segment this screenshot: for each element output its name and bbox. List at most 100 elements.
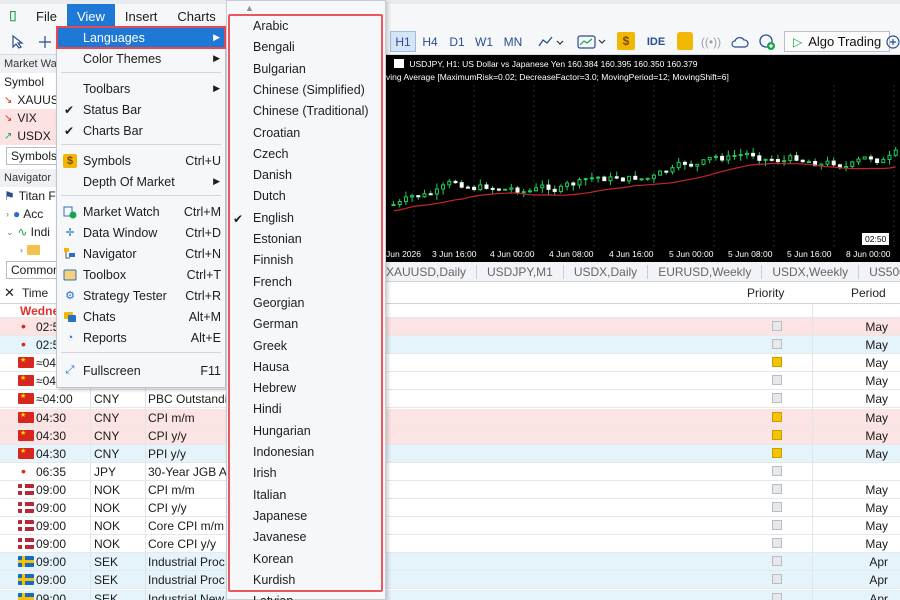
chart-tab[interactable]: US500,Daily: [859, 265, 900, 279]
navigator-accounts[interactable]: › ● Acc: [0, 205, 57, 223]
calendar-row[interactable]: 09:00 NOK Core CPI y/y May: [0, 535, 900, 554]
priority-column-header[interactable]: Priority: [747, 286, 784, 300]
lock-icon[interactable]: [677, 32, 693, 50]
menu-item-chats[interactable]: Chats Alt+M: [57, 306, 225, 327]
language-item[interactable]: Latvian: [253, 594, 378, 600]
dollar-icon[interactable]: $: [617, 32, 635, 50]
language-item[interactable]: Danish: [253, 168, 378, 182]
menu-item-toolbox[interactable]: Toolbox Ctrl+T: [57, 264, 225, 285]
menu-item-charts-bar[interactable]: ✔ Charts Bar: [57, 120, 225, 141]
algo-trading-button[interactable]: ▷ Algo Trading: [784, 31, 891, 52]
language-item[interactable]: Hindi: [253, 402, 378, 416]
language-item[interactable]: Estonian: [253, 232, 378, 246]
menu-charts[interactable]: Charts: [167, 4, 225, 28]
chart-type-icon[interactable]: [536, 31, 566, 52]
menu-item-toolbars[interactable]: Toolbars ▶: [57, 78, 225, 99]
language-item[interactable]: German: [253, 317, 378, 331]
symbol-column-header[interactable]: Symbol: [0, 73, 57, 91]
language-item[interactable]: Hungarian: [253, 424, 378, 438]
signal-icon[interactable]: ((•)): [701, 31, 721, 52]
symbol-row[interactable]: ↘ VIX: [0, 109, 57, 127]
scroll-up-icon[interactable]: ▲: [245, 3, 254, 13]
language-item[interactable]: Dutch: [253, 189, 378, 203]
menu-insert[interactable]: Insert: [115, 4, 168, 28]
price-chart[interactable]: USDJPY, H1: US Dollar vs Japanese Yen 16…: [386, 55, 900, 262]
language-item[interactable]: Finnish: [253, 253, 378, 267]
new-order-icon[interactable]: [886, 31, 900, 52]
language-item[interactable]: Bulgarian: [253, 62, 378, 76]
chart-tab[interactable]: USDX,Weekly: [762, 264, 860, 279]
language-item[interactable]: Chinese (Traditional): [253, 104, 378, 118]
chart-tab[interactable]: USDX,Daily: [564, 264, 649, 279]
calendar-row[interactable]: 04:30 CNY CPI m/m May: [0, 408, 900, 427]
close-icon[interactable]: ✕: [4, 285, 15, 301]
timeframe-w1[interactable]: W1: [471, 31, 497, 52]
common-tab[interactable]: Common: [6, 261, 57, 279]
language-item[interactable]: Javanese: [253, 530, 378, 544]
language-item[interactable]: Arabic: [253, 19, 378, 33]
calendar-row[interactable]: ≈04:00 CNY PBC Outstandi May: [0, 390, 900, 409]
menu-view[interactable]: View: [66, 4, 115, 28]
language-item[interactable]: Korean: [253, 552, 378, 566]
language-item[interactable]: Czech: [253, 147, 378, 161]
calendar-row[interactable]: • 06:35 JPY 30-Year JGB A: [0, 462, 900, 481]
menu-item-color-themes[interactable]: Color Themes ▶: [57, 48, 225, 69]
menu-item-status-bar[interactable]: ✔ Status Bar: [57, 99, 225, 120]
language-item[interactable]: Irish: [253, 466, 378, 480]
navigator-indicators[interactable]: ⌄ ∿ Indi: [0, 223, 57, 241]
timeframe-mn[interactable]: MN: [499, 31, 527, 52]
menu-item-navigator[interactable]: Navigator Ctrl+N: [57, 243, 225, 264]
cursor-icon[interactable]: [8, 31, 28, 52]
ide-button[interactable]: IDE: [644, 31, 668, 52]
calendar-row[interactable]: 09:00 NOK Core CPI m/m May: [0, 517, 900, 536]
calendar-row[interactable]: 09:00 NOK CPI y/y May: [0, 499, 900, 517]
language-item[interactable]: Hausa: [253, 360, 378, 374]
calendar-row[interactable]: 04:30 CNY CPI y/y May: [0, 426, 900, 445]
language-item[interactable]: Greek: [253, 339, 378, 353]
cloud-icon[interactable]: [729, 31, 751, 52]
language-item[interactable]: French: [253, 275, 378, 289]
language-item[interactable]: English: [253, 211, 378, 225]
event-period: May: [865, 338, 888, 353]
language-item[interactable]: Hebrew: [253, 381, 378, 395]
period-column-header[interactable]: Period: [851, 286, 886, 300]
chart-tab[interactable]: XAUUSD,Daily: [386, 264, 478, 279]
symbol-row[interactable]: ↘ XAUUS: [0, 91, 57, 109]
menu-item-strategy-tester[interactable]: ⚙ Strategy Tester Ctrl+R: [57, 285, 225, 306]
language-item[interactable]: Indonesian: [253, 445, 378, 459]
menu-item-data-window[interactable]: ✛ Data Window Ctrl+D: [57, 222, 225, 243]
chart-tab[interactable]: USDJPY,M1: [477, 264, 564, 279]
calendar-row[interactable]: 09:00 NOK CPI m/m May: [0, 480, 900, 499]
timeframe-h1[interactable]: H1: [390, 31, 416, 52]
menu-item-symbols[interactable]: $ Symbols Ctrl+U: [57, 150, 225, 171]
symbol-row[interactable]: ↗ USDX: [0, 127, 57, 145]
navigator-account-root[interactable]: ⚑ Titan F: [0, 187, 57, 205]
timeframe-h4[interactable]: H4: [417, 31, 443, 52]
calendar-row[interactable]: 09:00 SEK Industrial Proc Apr: [0, 571, 900, 590]
symbols-tab[interactable]: Symbols: [6, 147, 57, 165]
templates-icon[interactable]: [575, 31, 609, 52]
language-item[interactable]: Italian: [253, 488, 378, 502]
language-item[interactable]: Chinese (Simplified): [253, 83, 378, 97]
navigator-folder[interactable]: ›: [0, 241, 57, 259]
calendar-row[interactable]: 04:30 CNY PPI y/y May: [0, 444, 900, 463]
chart-tab[interactable]: EURUSD,Weekly: [648, 264, 763, 279]
vps-icon[interactable]: [756, 31, 778, 52]
calendar-row[interactable]: 09:00 SEK Industrial New Apr: [0, 589, 900, 600]
menu-item-fullscreen[interactable]: ⤢ Fullscreen F11: [57, 360, 225, 381]
calendar-row[interactable]: 09:00 SEK Industrial Proc Apr: [0, 553, 900, 572]
language-item[interactable]: Japanese: [253, 509, 378, 523]
menu-item-reports[interactable]: ◔ Reports Alt+E: [57, 327, 225, 348]
language-item[interactable]: Croatian: [253, 126, 378, 140]
menu-item-market-watch[interactable]: Market Watch Ctrl+M: [57, 201, 225, 222]
crosshair-icon[interactable]: [36, 31, 54, 52]
menu-file[interactable]: File: [26, 4, 67, 28]
language-item[interactable]: Bengali: [253, 40, 378, 54]
language-item[interactable]: Kurdish: [253, 573, 378, 587]
menu-item-languages[interactable]: Languages ▶: [56, 26, 226, 49]
time-column-header[interactable]: Time: [22, 286, 48, 300]
language-item[interactable]: Georgian: [253, 296, 378, 310]
menu-separator: [61, 72, 221, 73]
menu-item-depth-of-market[interactable]: Depth Of Market ▶: [57, 171, 225, 192]
timeframe-d1[interactable]: D1: [444, 31, 470, 52]
